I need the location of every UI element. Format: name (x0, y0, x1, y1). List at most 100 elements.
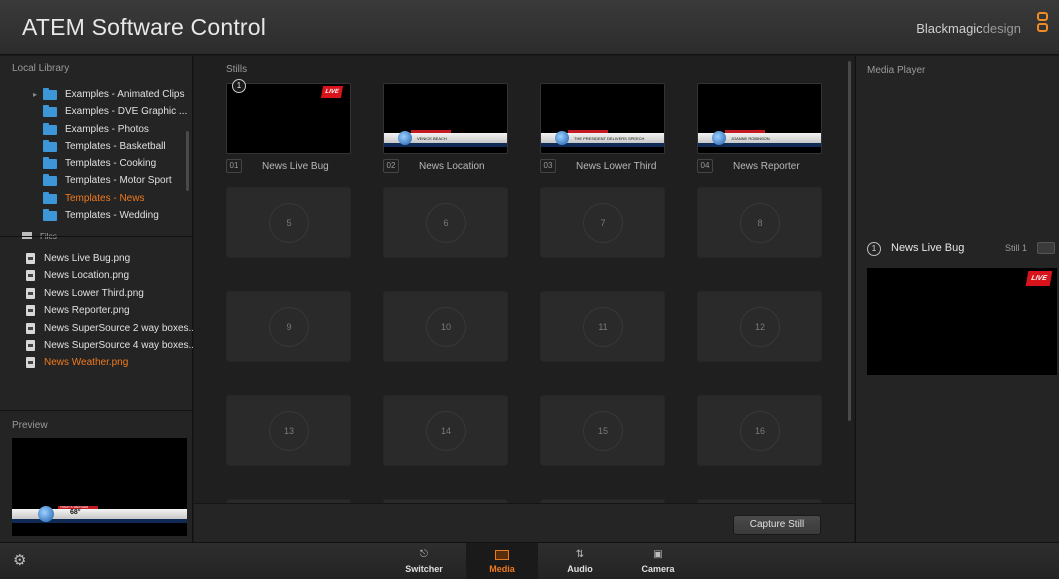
folder-icon (43, 88, 57, 100)
stills-scrollbar[interactable] (848, 61, 851, 421)
divider (0, 410, 193, 411)
file-label: News Lower Third.png (44, 287, 144, 299)
empty-still-slot[interactable]: 10 (383, 291, 508, 362)
folder-item[interactable]: Templates - Wedding (0, 207, 193, 224)
media-player-panel: Media Player 1 News Live Bug Still 1 LIV… (855, 56, 1059, 542)
slot-number: 6 (426, 203, 466, 243)
folder-icon (43, 122, 57, 135)
still-name: News Lower Third (576, 161, 657, 172)
folder-item[interactable]: ▸ Examples - Animated Clips (0, 86, 193, 103)
preview-label: Preview (12, 420, 48, 431)
empty-still-slot[interactable]: 11 (540, 291, 665, 362)
still-thumbnail-2[interactable]: VENICE BEACH (383, 83, 508, 154)
slot-number: 15 (583, 411, 623, 451)
folder-label: Templates - Basketball (65, 140, 166, 152)
empty-still-slot[interactable]: 15 (540, 395, 665, 466)
gear-icon[interactable]: ⚙ (13, 553, 26, 569)
folder-label: Examples - Photos (65, 123, 149, 135)
library-scrollbar[interactable] (186, 131, 189, 191)
folder-item[interactable]: Examples - DVE Graphic ... (0, 103, 193, 120)
lower-third-text: THE PRESIDENT DELIVERS SPEECH (574, 136, 645, 141)
live-badge: LIVE (1025, 271, 1053, 286)
stills-label: Stills (226, 64, 248, 75)
still-name: News Reporter (733, 161, 800, 172)
preview-window: TODAY'S WEATHER 68° (12, 438, 187, 536)
folder-icon (43, 157, 57, 170)
image-file-icon (26, 357, 35, 369)
folder-label: Examples - Animated Clips (65, 89, 185, 100)
still-thumbnail-1[interactable]: LIVE (226, 83, 351, 154)
empty-still-slot[interactable]: 16 (697, 395, 822, 466)
still-number: 01 (226, 159, 242, 174)
image-file-icon (26, 339, 35, 351)
brand-light: design (982, 21, 1021, 36)
file-list: News Live Bug.png News Location.png News… (0, 250, 193, 372)
file-label: News SuperSource 4 way boxes.... (44, 339, 193, 351)
bottom-navigation: ⚙ ⎋ Switcher Media ⇅ Audio ▣ Camera (0, 542, 1059, 579)
expand-caret-icon[interactable]: ▸ (33, 86, 37, 103)
file-item-selected[interactable]: News Weather.png (0, 354, 193, 371)
nav-audio[interactable]: ⇅ Audio (544, 543, 616, 579)
lower-third-text: JOANNE ROBINSON (731, 136, 770, 141)
slot-number: 10 (426, 307, 466, 347)
slot-number: 11 (583, 307, 623, 347)
nav-media[interactable]: Media (466, 543, 538, 579)
folder-label: Examples - DVE Graphic ... (65, 106, 188, 118)
file-label: News SuperSource 2 way boxes.... (44, 322, 193, 334)
audio-icon: ⇅ (575, 549, 585, 560)
local-library-label: Local Library (12, 63, 70, 74)
local-library-panel: Local Library ▸ Examples - Animated Clips… (0, 56, 193, 542)
file-item[interactable]: News Live Bug.png (0, 250, 193, 267)
file-item[interactable]: News SuperSource 2 way boxes.... (0, 320, 193, 337)
folder-list: ▸ Examples - Animated Clips Examples - DV… (0, 86, 193, 236)
still-thumbnail-4[interactable]: JOANNE ROBINSON (697, 83, 822, 154)
capture-still-button[interactable]: Capture Still (733, 515, 821, 535)
file-label: News Weather.png (44, 357, 129, 369)
folder-item[interactable]: Templates - Basketball (0, 138, 193, 155)
lower-third-graphic: THE PRESIDENT DELIVERS SPEECH (541, 130, 664, 152)
nav-switcher[interactable]: ⎋ Switcher (388, 543, 460, 579)
still-thumbnail-3[interactable]: THE PRESIDENT DELIVERS SPEECH (540, 83, 665, 154)
media-player-still-label: Still 1 (1005, 243, 1028, 253)
file-item[interactable]: News Reporter.png (0, 302, 193, 319)
image-file-icon (26, 322, 35, 334)
folder-label: Templates - Motor Sport (65, 175, 172, 187)
media-player-index: 1 (867, 242, 881, 256)
folder-icon (43, 105, 57, 118)
file-item[interactable]: News SuperSource 4 way boxes.... (0, 337, 193, 354)
empty-still-slot[interactable]: 14 (383, 395, 508, 466)
image-file-icon (26, 253, 35, 264)
empty-still-slot[interactable]: 13 (226, 395, 351, 466)
folder-icon (43, 174, 57, 187)
empty-still-slot[interactable]: 8 (697, 187, 822, 258)
camera-icon: ▣ (653, 549, 663, 560)
folder-item[interactable]: Templates - Motor Sport (0, 172, 193, 189)
folder-item[interactable]: Templates - Cooking (0, 155, 193, 172)
still-number: 03 (540, 159, 556, 174)
lower-third-text: VENICE BEACH (417, 136, 447, 141)
nav-label: Audio (567, 564, 593, 574)
empty-still-slot[interactable]: 12 (697, 291, 822, 362)
switcher-icon: ⎋ (420, 549, 428, 560)
empty-still-slot[interactable]: 6 (383, 187, 508, 258)
folder-label: Templates - Wedding (65, 210, 159, 222)
still-number: 02 (383, 159, 399, 174)
still-image-icon[interactable] (1037, 242, 1055, 254)
folder-label: Templates - Cooking (65, 158, 157, 170)
empty-still-slot[interactable]: 7 (540, 187, 665, 258)
empty-still-slot[interactable]: 5 (226, 187, 351, 258)
file-label: News Location.png (44, 270, 130, 282)
folder-item[interactable]: Examples - Photos (0, 121, 193, 138)
image-file-icon (26, 287, 35, 299)
image-file-icon (26, 270, 35, 282)
file-item[interactable]: News Location.png (0, 267, 193, 284)
slot-number: 12 (740, 307, 780, 347)
still-caption-2: 02 News Location (383, 159, 485, 175)
stills-panel: Stills LIVE 01 News Live Bug VENICE BEACH… (194, 56, 854, 503)
nav-camera[interactable]: ▣ Camera (622, 543, 694, 579)
empty-still-slot[interactable]: 9 (226, 291, 351, 362)
folder-item-selected[interactable]: Templates - News (0, 190, 193, 207)
media-player-assignment-badge: 1 (232, 79, 246, 93)
file-item[interactable]: News Lower Third.png (0, 285, 193, 302)
slot-number: 14 (426, 411, 466, 451)
